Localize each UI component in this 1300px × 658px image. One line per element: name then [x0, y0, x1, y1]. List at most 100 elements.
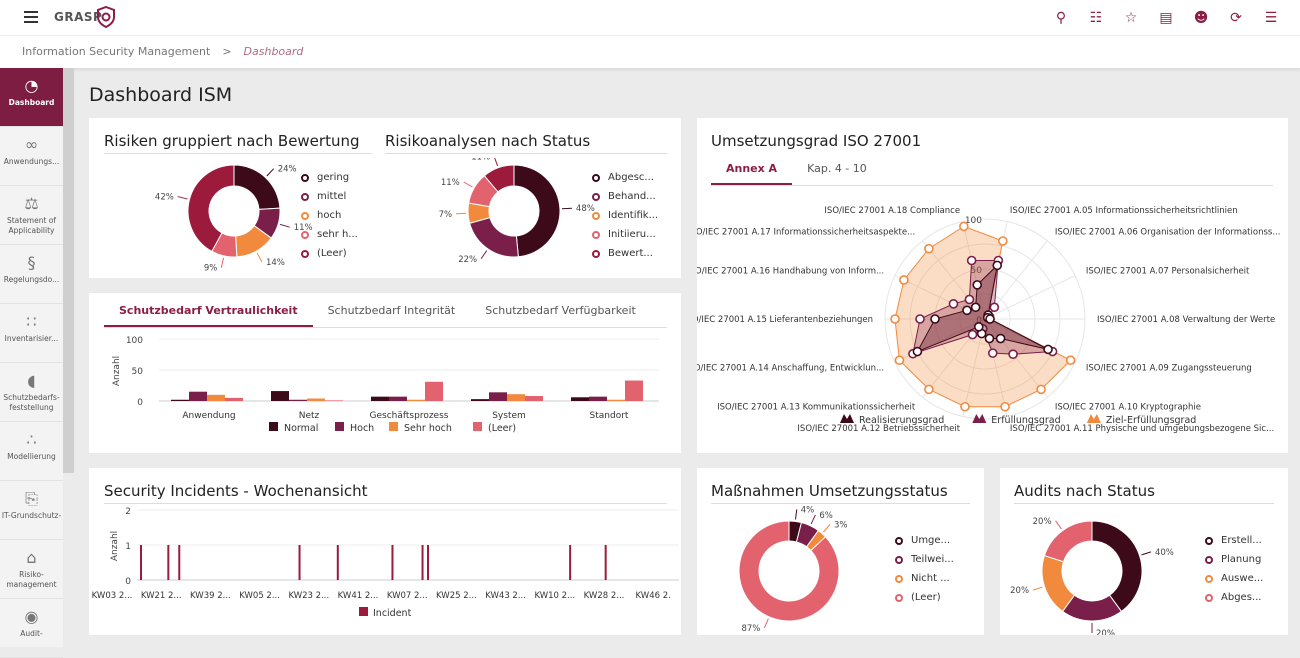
bar — [271, 391, 289, 401]
legend-marker-icon — [301, 212, 309, 220]
legend-item[interactable]: Abges... — [1205, 588, 1263, 607]
legend-item[interactable]: Erstell... — [1205, 531, 1263, 550]
bar — [171, 400, 189, 401]
search-icon[interactable]: ⚲ — [1052, 9, 1070, 27]
incident-bar — [422, 545, 424, 580]
sidebar-item-3[interactable]: §Regelungsdo... — [0, 245, 63, 304]
label-leader — [823, 524, 830, 532]
legend-item[interactable]: sehr h... — [301, 225, 358, 244]
legend-item[interactable]: Identifik... — [592, 206, 658, 225]
legend-marker-icon — [592, 231, 600, 239]
shield-icon: ◖ — [0, 371, 63, 393]
legend-marker-icon — [1205, 594, 1213, 602]
label-leader — [811, 515, 815, 524]
list-icon[interactable]: ☰ — [1262, 9, 1280, 27]
legend-item[interactable]: hoch — [301, 206, 358, 225]
radar-point — [975, 323, 983, 331]
bar — [525, 396, 543, 401]
user-settings-icon[interactable]: ☻ — [1192, 9, 1210, 27]
legend-item[interactable]: Auswe... — [1205, 569, 1263, 588]
axis-label: ISO/IEC 27001 A.14 Anschaffung, Entwickl… — [697, 364, 884, 374]
label-leader — [257, 253, 262, 262]
sidebar-item-label: Risiko-management — [6, 570, 56, 589]
legend-item[interactable]: Nicht ... — [895, 569, 954, 588]
sidebar-item-5[interactable]: ◖Schutzbedarfs-feststellung — [0, 363, 63, 422]
sidebar-item-label: Inventarisier... — [5, 334, 59, 343]
menu-icon[interactable] — [24, 11, 38, 23]
legend-item[interactable]: Bewert... — [592, 244, 658, 263]
slice-label: 6% — [819, 511, 833, 521]
axis-label: ISO/IEC 27001 A.17 Informationssicherhei… — [697, 227, 915, 237]
tab-annex-a[interactable]: Annex A — [711, 162, 792, 185]
sidebar-item-label: Schutzbedarfs-feststellung — [3, 393, 59, 412]
breadcrumb-parent[interactable]: Information Security Management — [22, 45, 210, 58]
legend-item[interactable]: Initiieru... — [592, 225, 658, 244]
donut-slice — [470, 218, 519, 257]
legend-bar-icon — [389, 422, 398, 431]
sidebar-item-7[interactable]: ⎘IT-Grundschutz- — [0, 481, 63, 540]
sidebar-item-0[interactable]: ◔Dashboard — [0, 68, 63, 127]
scale-icon: ⚖ — [0, 194, 63, 216]
sidebar-item-2[interactable]: ⚖Statement of Applicability — [0, 186, 63, 245]
axis-label: ISO/IEC 27001 A.05 Informationssicherhei… — [1010, 206, 1238, 216]
legend-marker-icon — [592, 212, 600, 220]
legend-label: Bewert... — [608, 248, 653, 259]
tab-kap-4-10[interactable]: Kap. 4 - 10 — [792, 162, 882, 185]
sidebar-item-6[interactable]: ∴Modellierung — [0, 422, 63, 481]
slice-label: 40% — [1155, 548, 1174, 558]
sidebar-item-label: Statement of Applicability — [7, 216, 56, 235]
logo[interactable]: GRASP — [54, 10, 102, 24]
legend-item[interactable]: (Leer) — [301, 244, 358, 263]
legend-marker-icon — [592, 193, 600, 201]
audits-card: Audits nach Status 40%20%20%20% Erstell.… — [1000, 468, 1288, 635]
star-icon[interactable]: ☆ — [1122, 9, 1140, 27]
sidebar-item-8[interactable]: ⌂Risiko-management — [0, 540, 63, 599]
radar-point — [895, 356, 903, 364]
legend-item[interactable]: Behand... — [592, 187, 658, 206]
slice-label: 20% — [1010, 586, 1029, 596]
label-leader — [221, 258, 223, 268]
legend-label: Incident — [373, 608, 412, 619]
legend-item[interactable]: Teilwei... — [895, 550, 954, 569]
tab-vertraulichkeit[interactable]: Schutzbedarf Vertraulichkeit — [104, 304, 313, 327]
legend-label: (Leer) — [317, 248, 347, 259]
network-icon: ∷ — [0, 312, 63, 334]
legend-item[interactable]: Planung — [1205, 550, 1263, 569]
radar-point — [997, 335, 1005, 343]
legend-item[interactable]: Umge... — [895, 531, 954, 550]
tab-integritaet[interactable]: Schutzbedarf Integrität — [313, 304, 471, 327]
legend-item[interactable]: gering — [301, 168, 358, 187]
sidebar-item-9[interactable]: ◉Audit- — [0, 599, 63, 658]
axis-label: ISO/IEC 27001 A.18 Compliance — [824, 206, 960, 216]
sidebar-item-4[interactable]: ∷Inventarisier... — [0, 304, 63, 363]
tab-verfuegbarkeit[interactable]: Schutzbedarf Verfügbarkeit — [470, 304, 651, 327]
legend-marker-icon — [1205, 556, 1213, 564]
bar — [371, 397, 389, 401]
group-scan-icon[interactable]: ☷ — [1087, 9, 1105, 27]
legend-item[interactable]: Abgesc... — [592, 168, 658, 187]
radar-point — [1067, 356, 1075, 364]
sidebar-scrollbar[interactable] — [63, 68, 74, 473]
y-tick-label: 0 — [137, 398, 143, 408]
donut-slice — [514, 165, 560, 257]
legend-item[interactable]: mittel — [301, 187, 358, 206]
radar-point — [949, 300, 957, 308]
y-tick-label: 0 — [125, 577, 131, 587]
incident-bar — [140, 545, 142, 580]
document-info-icon[interactable]: ▤ — [1157, 9, 1175, 27]
slice-label: 87% — [741, 624, 760, 634]
refresh-icon[interactable]: ⟳ — [1227, 9, 1245, 27]
legend-label: sehr h... — [317, 229, 358, 240]
legend-item[interactable]: (Leer) — [895, 588, 954, 607]
label-leader — [481, 251, 487, 259]
page-title: Dashboard ISM — [89, 84, 232, 106]
incident-bar — [605, 545, 607, 580]
radar-point — [1037, 385, 1045, 393]
legend-marker-icon — [301, 231, 309, 239]
legend-bar-icon — [473, 422, 482, 431]
sidebar-item-1[interactable]: ∞Anwendungs... — [0, 127, 63, 186]
slice-label: 4% — [801, 505, 815, 515]
massnahmen-donut: 4%6%3%87% — [697, 505, 897, 635]
legend-label: Abges... — [1221, 592, 1261, 603]
legend-label: Realisierungsgrad — [859, 415, 944, 426]
